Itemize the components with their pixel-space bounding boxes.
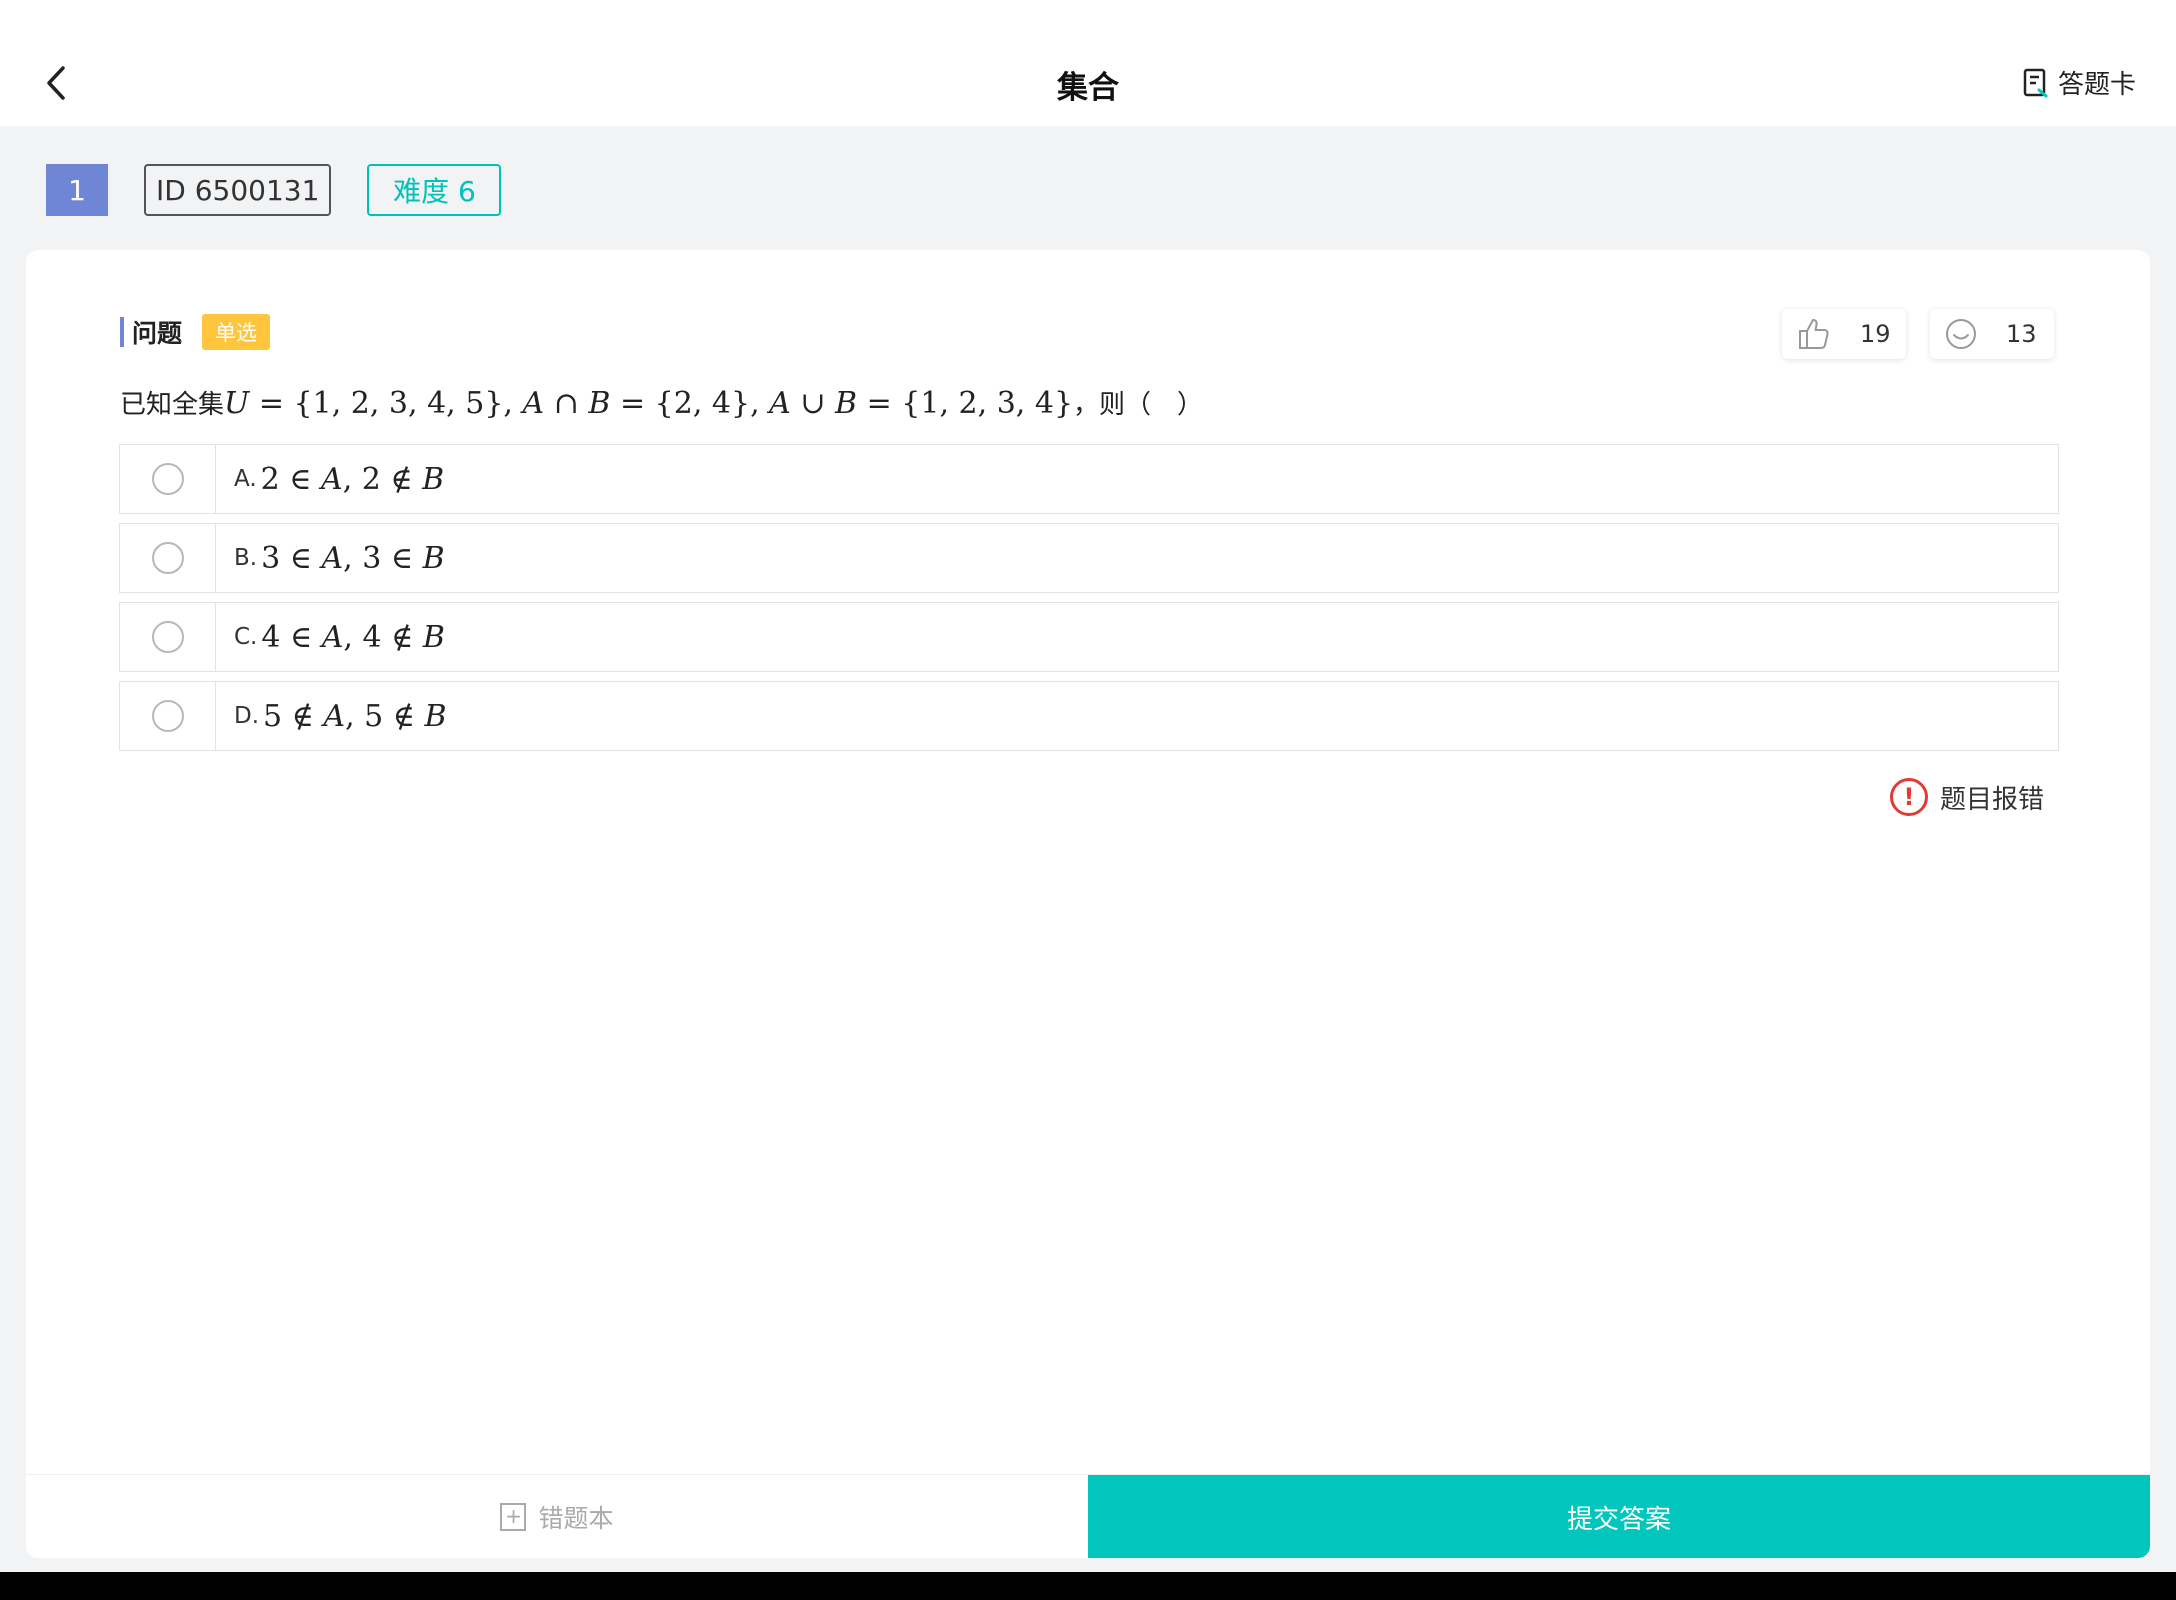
page-title: 集合 — [1057, 70, 1119, 106]
option-radio-cell — [120, 603, 216, 671]
options-list: A. 2 ∈ A, 2 ∉ B B. 3 ∈ A, 3 ∈ B C. 4 ∈ A… — [119, 444, 2059, 760]
like-count: 19 — [1860, 320, 1891, 348]
wrong-book-button[interactable]: + 错题本 — [26, 1475, 1088, 1558]
wrong-book-label: 错题本 — [538, 1504, 614, 1533]
option-radio-cell — [120, 682, 216, 750]
option-math: 4 ∈ A, 4 ∉ B — [261, 619, 445, 655]
question-label: 问题 — [132, 319, 183, 348]
answer-card-button[interactable]: 答题卡 — [2022, 64, 2136, 101]
smile-button[interactable]: 13 — [1930, 309, 2054, 359]
option-content: A. 2 ∈ A, 2 ∉ B — [216, 445, 444, 513]
option-content: D. 5 ∉ A, 5 ∉ B — [216, 682, 447, 750]
option-math: 5 ∉ A, 5 ∉ B — [263, 698, 447, 734]
option-d[interactable]: D. 5 ∉ A, 5 ∉ B — [119, 681, 2059, 751]
stem-math: U = {1, 2, 3, 4, 5}, A ∩ B = {2, 4}, A ∪… — [224, 386, 1074, 421]
smile-count: 13 — [2006, 320, 2037, 348]
option-c[interactable]: C. 4 ∈ A, 4 ∉ B — [119, 602, 2059, 672]
question-tags: 1 ID 6500131 难度 6 — [46, 164, 502, 216]
question-number-badge: 1 — [46, 164, 108, 216]
radio-button[interactable] — [151, 542, 184, 574]
question-type-badge: 单选 — [202, 314, 271, 350]
bookmark-add-icon: + — [500, 1503, 527, 1531]
top-bar: 集合 答题卡 — [0, 0, 2176, 126]
option-letter: D. — [234, 703, 260, 729]
option-math: 3 ∈ A, 3 ∈ B — [261, 540, 445, 576]
smile-icon — [1946, 319, 1976, 349]
radio-button[interactable] — [151, 463, 184, 495]
option-math: 2 ∈ A, 2 ∉ B — [260, 461, 445, 497]
question-id-badge: ID 6500131 — [144, 164, 332, 216]
option-letter: A. — [234, 466, 257, 492]
bottom-bar: + 错题本 提交答案 — [26, 1474, 2150, 1558]
answer-card-label: 答题卡 — [2057, 70, 2136, 100]
report-error-button[interactable]: ! 题目报错 — [1889, 778, 2044, 816]
difficulty-badge: 难度 6 — [367, 164, 502, 216]
option-letter: B. — [234, 545, 258, 571]
option-b[interactable]: B. 3 ∈ A, 3 ∈ B — [119, 523, 2059, 593]
submit-answer-label: 提交答案 — [1566, 1504, 1671, 1535]
stem-prefix: 已知全集 — [120, 390, 225, 420]
question-card: 问题 单选 19 13 已知全集U = {1, 2, 3, 4, 5}, A ∩… — [26, 250, 2150, 1558]
accent-bar — [120, 317, 124, 347]
option-radio-cell — [120, 524, 216, 592]
question-stem: 已知全集U = {1, 2, 3, 4, 5}, A ∩ B = {2, 4},… — [120, 384, 1203, 421]
answer-sheet-icon — [2023, 68, 2048, 97]
stem-suffix: ，则（ ） — [1073, 390, 1204, 420]
exclamation-icon: ! — [1889, 778, 1928, 816]
report-error-label: 题目报错 — [1939, 784, 2044, 815]
radio-button[interactable] — [151, 700, 184, 732]
option-a[interactable]: A. 2 ∈ A, 2 ∉ B — [119, 444, 2059, 514]
thumbs-up-icon — [1799, 319, 1829, 349]
bottom-black-strip — [0, 1572, 2176, 1600]
option-letter: C. — [234, 624, 258, 650]
radio-button[interactable] — [151, 621, 184, 653]
question-header: 问题 单选 — [120, 314, 271, 350]
option-content: C. 4 ∈ A, 4 ∉ B — [216, 603, 445, 671]
option-radio-cell — [120, 445, 216, 513]
like-button[interactable]: 19 — [1782, 309, 1906, 359]
option-content: B. 3 ∈ A, 3 ∈ B — [216, 524, 445, 592]
submit-answer-button[interactable]: 提交答案 — [1088, 1475, 2150, 1558]
